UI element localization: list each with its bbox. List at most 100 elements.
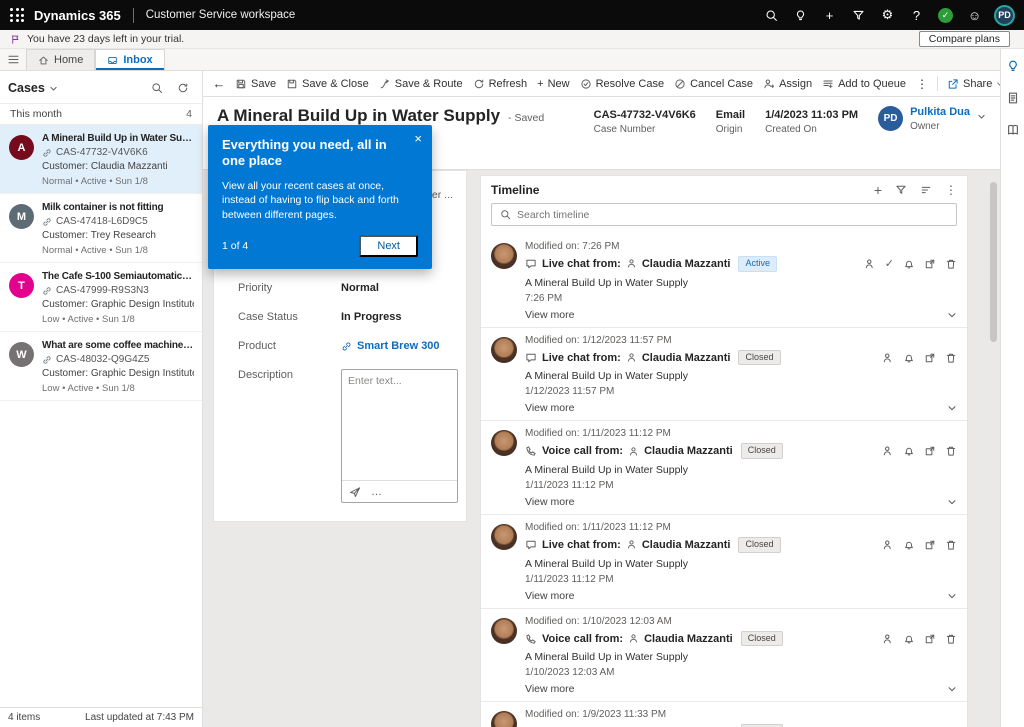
entry-contact[interactable]: Claudia Mazzanti <box>642 539 731 551</box>
view-more-link[interactable]: View more <box>525 590 574 602</box>
case-list-item[interactable]: M Milk container is not fitting CAS-4741… <box>0 194 202 263</box>
reminder-bell-icon[interactable] <box>903 352 915 364</box>
back-button[interactable]: ← <box>208 76 230 91</box>
help-icon[interactable]: ? <box>902 0 931 30</box>
assign-person-icon[interactable] <box>864 258 876 270</box>
open-record-icon[interactable] <box>924 445 936 457</box>
timeline-entry[interactable]: Modified on: 1/11/2023 11:12 PM Live cha… <box>481 515 967 609</box>
delete-icon[interactable] <box>945 445 957 457</box>
feedback-smiley-icon[interactable]: ☺ <box>960 0 989 30</box>
chevron-down-icon[interactable] <box>947 310 957 320</box>
open-record-icon[interactable] <box>924 352 936 364</box>
hamburger-menu-icon[interactable] <box>0 49 26 70</box>
timeline-entry[interactable]: Modified on: 1/11/2023 11:12 PM Voice ca… <box>481 421 967 515</box>
view-more-link[interactable]: View more <box>525 309 574 321</box>
search-icon[interactable] <box>146 78 168 98</box>
compare-plans-button[interactable]: Compare plans <box>919 31 1010 47</box>
delete-icon[interactable] <box>945 633 957 645</box>
user-avatar[interactable]: PD <box>994 5 1015 26</box>
resolve-case-button[interactable]: Resolve Case <box>575 76 669 92</box>
assign-person-icon[interactable] <box>882 445 894 457</box>
save-and-route-button[interactable]: Save & Route <box>374 76 468 92</box>
timeline-search-input[interactable] <box>517 209 948 221</box>
mark-complete-icon[interactable]: ✓ <box>885 257 894 270</box>
entry-contact[interactable]: Claudia Mazzanti <box>644 633 733 645</box>
chevron-down-icon[interactable] <box>947 591 957 601</box>
entry-subject[interactable]: A Mineral Build Up in Water Supply <box>525 651 957 663</box>
smart-assist-lightbulb-icon[interactable] <box>1004 57 1022 75</box>
timeline-entry[interactable]: Modified on: 7:26 PM Live chat from: Cla… <box>481 234 967 328</box>
sidebar-title[interactable]: Cases <box>8 81 45 95</box>
timeline-entry[interactable]: Modified on: 1/12/2023 11:57 PM Live cha… <box>481 328 967 422</box>
entry-contact[interactable]: Claudia Mazzanti <box>644 445 733 457</box>
view-more-link[interactable]: View more <box>525 496 574 508</box>
entry-contact[interactable]: Claudia Mazzanti <box>642 258 731 270</box>
gear-icon[interactable]: ⚙ <box>873 0 902 30</box>
open-record-icon[interactable] <box>924 539 936 551</box>
app-launcher-icon[interactable] <box>0 0 34 30</box>
share-button[interactable]: Share <box>942 76 1000 92</box>
timeline-entry[interactable]: Modified on: 1/10/2023 12:03 AM Voice ca… <box>481 609 967 703</box>
health-check-icon[interactable]: ✓ <box>931 0 960 30</box>
filter-icon[interactable] <box>844 0 873 30</box>
entry-subject[interactable]: A Mineral Build Up in Water Supply <box>525 277 957 289</box>
field-value[interactable]: Normal <box>341 282 379 294</box>
refresh-icon[interactable] <box>172 78 194 98</box>
send-icon[interactable] <box>349 486 361 498</box>
entry-subject[interactable]: A Mineral Build Up in Water Supply <box>525 464 957 476</box>
entry-subject[interactable]: A Mineral Build Up in Water Supply <box>525 558 957 570</box>
command-overflow-icon[interactable]: ⋮ <box>911 77 933 91</box>
knowledge-search-book-icon[interactable] <box>1004 121 1022 139</box>
entry-contact[interactable]: Claudia Mazzanti <box>642 352 731 364</box>
reminder-bell-icon[interactable] <box>903 633 915 645</box>
case-list-item[interactable]: W What are some coffee machines cleaning… <box>0 332 202 401</box>
assign-person-icon[interactable] <box>882 633 894 645</box>
tab-home[interactable]: Home <box>26 49 95 70</box>
search-icon[interactable] <box>757 0 786 30</box>
timeline-more-icon[interactable]: ⋮ <box>945 183 957 197</box>
case-list-item[interactable]: T The Cafe S-100 Semiautomatic has air b… <box>0 263 202 332</box>
lightbulb-icon[interactable] <box>786 0 815 30</box>
view-more-link[interactable]: View more <box>525 683 574 695</box>
new-button[interactable]: +New <box>532 76 574 92</box>
owner-block[interactable]: PD Pulkita Dua Owner <box>878 106 986 132</box>
next-button[interactable]: Next <box>359 235 418 257</box>
app-brand[interactable]: Dynamics 365 <box>34 8 121 23</box>
delete-icon[interactable] <box>945 539 957 551</box>
description-editor[interactable]: Enter text... … <box>341 369 458 503</box>
owner-name[interactable]: Pulkita Dua <box>910 106 970 118</box>
open-record-icon[interactable] <box>924 258 936 270</box>
more-options-icon[interactable]: … <box>371 486 382 498</box>
reminder-bell-icon[interactable] <box>903 539 915 551</box>
close-icon[interactable]: × <box>414 132 422 145</box>
field-value[interactable]: In Progress <box>341 311 402 323</box>
cancel-case-button[interactable]: Cancel Case <box>669 76 758 92</box>
add-icon[interactable]: + <box>815 0 844 30</box>
delete-icon[interactable] <box>945 258 957 270</box>
chevron-down-icon[interactable] <box>947 403 957 413</box>
add-to-queue-button[interactable]: Add to Queue <box>817 76 911 92</box>
reminder-bell-icon[interactable] <box>903 445 915 457</box>
chevron-down-icon[interactable] <box>977 112 986 121</box>
main-scrollbar-thumb[interactable] <box>990 182 997 342</box>
view-more-link[interactable]: View more <box>525 402 574 414</box>
assign-person-icon[interactable] <box>882 352 894 364</box>
entry-subject[interactable]: A Mineral Build Up in Water Supply <box>525 370 957 382</box>
filter-icon[interactable] <box>895 184 907 196</box>
open-record-icon[interactable] <box>924 633 936 645</box>
case-group-header[interactable]: This month 4 <box>0 103 202 125</box>
chevron-down-icon[interactable] <box>49 84 58 93</box>
product-link[interactable]: Smart Brew 300 <box>341 340 440 352</box>
refresh-button[interactable]: Refresh <box>468 76 533 92</box>
sort-icon[interactable] <box>920 184 932 196</box>
chevron-down-icon[interactable] <box>947 684 957 694</box>
save-and-close-button[interactable]: Save & Close <box>281 76 374 92</box>
timeline-search-box[interactable] <box>491 203 957 226</box>
assign-button[interactable]: Assign <box>758 76 817 92</box>
chevron-down-icon[interactable] <box>947 497 957 507</box>
reminder-bell-icon[interactable] <box>903 258 915 270</box>
tab-inbox[interactable]: Inbox <box>95 49 164 70</box>
case-list-item[interactable]: A A Mineral Build Up in Water Supply CAS… <box>0 125 202 194</box>
delete-icon[interactable] <box>945 352 957 364</box>
timeline-entry[interactable]: Modified on: 1/9/2023 11:33 PM Voice cal… <box>481 702 967 727</box>
